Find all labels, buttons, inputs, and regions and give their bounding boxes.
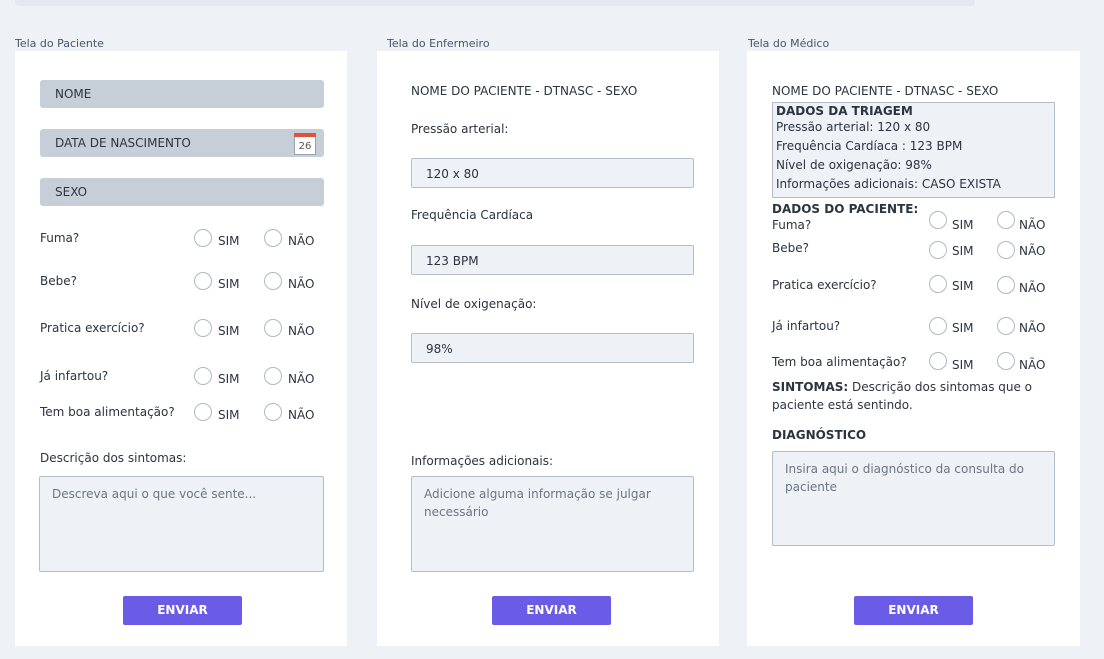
- drink-yes-label: SIM: [218, 277, 240, 291]
- doc-question-exercise: Pratica exercício?: [772, 278, 877, 292]
- exercise-yes-radio[interactable]: [194, 319, 212, 337]
- diagnosis-heading: DIAGNÓSTICO: [772, 428, 867, 442]
- symptoms-textarea[interactable]: Descreva aqui o que você sente...: [39, 476, 324, 572]
- smoke-yes-label: SIM: [218, 234, 240, 248]
- bp-label: Pressão arterial:: [411, 122, 509, 136]
- nurse-patient-header: NOME DO PACIENTE - DTNASC - SEXO: [411, 84, 638, 98]
- symptoms-label: Descrição dos sintomas:: [40, 451, 187, 465]
- diet-yes-radio[interactable]: [194, 403, 212, 421]
- doc-exercise-no-label: NÃO: [1019, 281, 1046, 295]
- exercise-no-label: NÃO: [288, 324, 315, 338]
- infarct-no-label: NÃO: [288, 372, 315, 386]
- doc-exercise-yes-label: SIM: [952, 279, 974, 293]
- infarct-yes-radio[interactable]: [194, 367, 212, 385]
- doc-exercise-no-radio[interactable]: [997, 276, 1015, 294]
- smoke-yes-radio[interactable]: [194, 229, 212, 247]
- question-infarct: Já infartou?: [40, 369, 109, 383]
- doc-diet-no-label: NÃO: [1019, 358, 1046, 372]
- hr-label: Frequência Cardíaca: [411, 208, 534, 222]
- exercise-no-radio[interactable]: [264, 319, 282, 337]
- doc-diet-yes-radio[interactable]: [929, 352, 947, 370]
- symptoms-placeholder: Descreva aqui o que você sente...: [52, 487, 257, 501]
- triage-line: Frequência Cardíaca : 123 BPM: [776, 139, 963, 153]
- doc-smoke-yes-label: SIM: [952, 218, 974, 232]
- triage-heading: DADOS DA TRIAGEM: [776, 104, 913, 118]
- patient-screen-title: Tela do Paciente: [15, 37, 104, 50]
- name-field-label: NOME: [55, 87, 92, 101]
- question-drink: Bebe?: [40, 274, 77, 288]
- hr-value: 123 BPM: [426, 254, 479, 268]
- triage-line: Informações adicionais: CASO EXISTA: [776, 177, 1001, 191]
- doc-smoke-no-label: NÃO: [1019, 218, 1046, 232]
- doc-exercise-yes-radio[interactable]: [929, 275, 947, 293]
- info-label: Informações adicionais:: [411, 454, 554, 468]
- hr-input[interactable]: 123 BPM: [411, 245, 694, 275]
- top-bar: [15, 0, 975, 6]
- doc-drink-no-label: NÃO: [1019, 244, 1046, 258]
- bp-input[interactable]: 120 x 80: [411, 158, 694, 188]
- diet-yes-label: SIM: [218, 408, 240, 422]
- sex-field[interactable]: SEXO: [40, 178, 324, 206]
- doctor-screen-title: Tela do Médico: [748, 37, 830, 50]
- diet-no-radio[interactable]: [264, 403, 282, 421]
- smoke-no-label: NÃO: [288, 234, 315, 248]
- name-field[interactable]: NOME: [40, 80, 324, 108]
- doc-smoke-yes-radio[interactable]: [929, 211, 947, 229]
- patient-data-heading: DADOS DO PACIENTE:: [772, 202, 919, 216]
- patient-submit-button[interactable]: ENVIAR: [123, 596, 242, 625]
- infarct-no-radio[interactable]: [264, 367, 282, 385]
- drink-no-radio[interactable]: [264, 272, 282, 290]
- doc-drink-yes-radio[interactable]: [929, 241, 947, 259]
- birth-date-label: DATA DE NASCIMENTO: [55, 136, 191, 150]
- question-exercise: Pratica exercício?: [40, 321, 145, 335]
- doc-diet-yes-label: SIM: [952, 358, 974, 372]
- ox-label: Nível de oxigenação:: [411, 297, 537, 311]
- drink-yes-radio[interactable]: [194, 272, 212, 290]
- diagnosis-placeholder: Insira aqui o diagnóstico da consulta do…: [785, 462, 1024, 494]
- doc-diet-no-radio[interactable]: [997, 352, 1015, 370]
- triage-line: Nível de oxigenação: 98%: [776, 158, 932, 172]
- drink-no-label: NÃO: [288, 277, 315, 291]
- symptoms-summary: SINTOMAS: Descrição dos sintomas que o p…: [772, 378, 1054, 414]
- doc-question-diet: Tem boa alimentação?: [772, 355, 907, 369]
- doc-drink-yes-label: SIM: [952, 244, 974, 258]
- ox-input[interactable]: 98%: [411, 333, 694, 363]
- sex-field-label: SEXO: [55, 185, 88, 199]
- bp-value: 120 x 80: [426, 167, 479, 181]
- diagnosis-textarea[interactable]: Insira aqui o diagnóstico da consulta do…: [772, 451, 1055, 546]
- doc-question-smoke: Fuma?: [772, 218, 812, 232]
- diet-no-label: NÃO: [288, 408, 315, 422]
- doc-infarct-yes-radio[interactable]: [929, 317, 947, 335]
- question-smoke: Fuma?: [40, 231, 80, 245]
- triage-line: Pressão arterial: 120 x 80: [776, 120, 931, 134]
- doc-drink-no-radio[interactable]: [997, 241, 1015, 259]
- exercise-yes-label: SIM: [218, 324, 240, 338]
- doctor-patient-header: NOME DO PACIENTE - DTNASC - SEXO: [772, 84, 999, 98]
- info-placeholder: Adicione alguma informação se julgar nec…: [424, 487, 651, 519]
- doctor-submit-button[interactable]: ENVIAR: [854, 596, 973, 625]
- doc-question-infarct: Já infartou?: [772, 319, 841, 333]
- smoke-no-radio[interactable]: [264, 229, 282, 247]
- calendar-icon[interactable]: 26: [294, 133, 316, 155]
- symptoms-heading: SINTOMAS:: [772, 380, 849, 394]
- nurse-screen-title: Tela do Enfermeiro: [387, 37, 490, 50]
- info-textarea[interactable]: Adicione alguma informação se julgar nec…: [411, 476, 694, 572]
- doc-infarct-no-label: NÃO: [1019, 321, 1046, 335]
- birth-date-field[interactable]: DATA DE NASCIMENTO 26: [40, 129, 324, 157]
- question-diet: Tem boa alimentação?: [40, 405, 175, 419]
- triage-box: DADOS DA TRIAGEM Pressão arterial: 120 x…: [772, 102, 1055, 198]
- doc-smoke-no-radio[interactable]: [997, 211, 1015, 229]
- infarct-yes-label: SIM: [218, 372, 240, 386]
- doc-infarct-yes-label: SIM: [952, 321, 974, 335]
- doc-question-drink: Bebe?: [772, 241, 809, 255]
- ox-value: 98%: [426, 342, 453, 356]
- doc-infarct-no-radio[interactable]: [997, 317, 1015, 335]
- nurse-submit-button[interactable]: ENVIAR: [492, 596, 611, 625]
